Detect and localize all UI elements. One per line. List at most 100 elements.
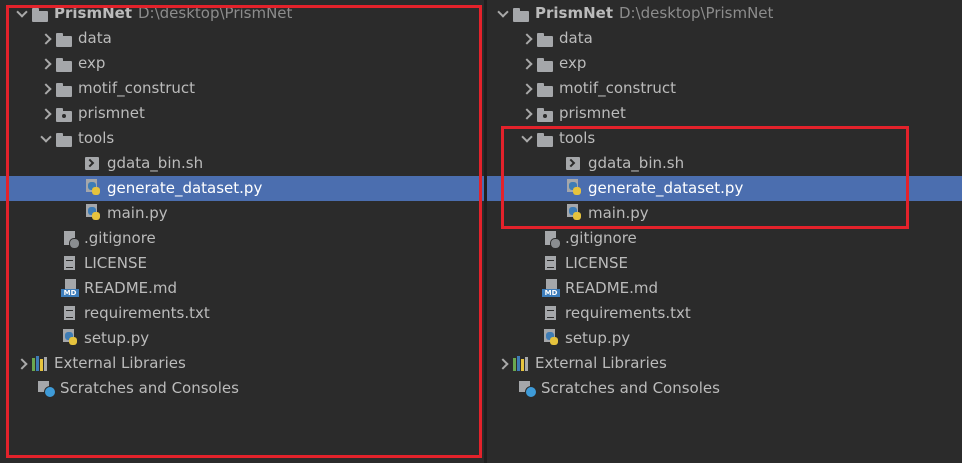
scratches-icon	[37, 376, 56, 401]
tree-item-label: Scratches and Consoles	[60, 379, 239, 397]
tree-root-prismnet[interactable]: PrismNet D:\desktop\PrismNet	[13, 1, 292, 26]
tree-item-label: LICENSE	[84, 254, 147, 272]
text-file-icon	[542, 251, 560, 276]
chevron-right-icon[interactable]	[518, 76, 536, 101]
tree-item-label: .gitignore	[565, 229, 637, 247]
folder-icon	[55, 51, 73, 76]
chevron-down-icon[interactable]	[37, 126, 55, 151]
folder-icon	[536, 26, 554, 51]
tree-item-gitignore[interactable]: .gitignore	[61, 226, 156, 251]
tree-item-label: gdata_bin.sh	[588, 154, 685, 172]
tree-item-label: prismnet	[78, 104, 145, 122]
chevron-right-icon[interactable]	[518, 26, 536, 51]
tree-item-external-libraries[interactable]: External Libraries	[494, 351, 667, 376]
tree-item-data[interactable]: data	[37, 26, 112, 51]
tree-item-label: main.py	[588, 204, 649, 222]
chevron-right-icon[interactable]	[13, 351, 31, 376]
tree-item-setup-py[interactable]: setup.py	[61, 326, 149, 351]
chevron-right-icon[interactable]	[518, 101, 536, 126]
tree-item-label: External Libraries	[54, 354, 186, 372]
python-file-icon	[61, 326, 79, 351]
project-tree-right: PrismNet D:\desktop\PrismNet data exp mot…	[487, 0, 962, 463]
text-file-icon	[61, 251, 79, 276]
folder-icon	[536, 76, 554, 101]
tree-item-motif-construct[interactable]: motif_construct	[518, 76, 676, 101]
tree-item-label: gdata_bin.sh	[107, 154, 204, 172]
tree-item-scratches-and-consoles[interactable]: Scratches and Consoles	[518, 376, 720, 401]
tree-item-label: exp	[559, 54, 587, 72]
tree-item-label: generate_dataset.py	[588, 179, 744, 197]
tree-item-exp[interactable]: exp	[518, 51, 586, 76]
gitignore-icon	[542, 226, 561, 251]
tree-root-prismnet[interactable]: PrismNet D:\desktop\PrismNet	[494, 1, 773, 26]
root-path: D:\desktop\PrismNet	[138, 4, 293, 22]
chevron-down-icon[interactable]	[494, 1, 512, 26]
tree-item-label: setup.py	[84, 329, 150, 347]
tree-item-motif-construct[interactable]: motif_construct	[37, 76, 195, 101]
python-file-icon	[84, 201, 102, 226]
folder-icon	[512, 1, 530, 26]
folder-icon	[536, 126, 554, 151]
tree-item-requirements-txt[interactable]: requirements.txt	[61, 301, 210, 326]
tree-item-label: tools	[559, 129, 596, 147]
python-file-icon	[565, 176, 583, 201]
tree-item-main-py[interactable]: main.py	[84, 201, 168, 226]
chevron-right-icon[interactable]	[37, 26, 55, 51]
tree-item-label: README.md	[84, 279, 178, 297]
package-icon	[55, 101, 73, 126]
root-path: D:\desktop\PrismNet	[619, 4, 774, 22]
project-tree-left: PrismNet D:\desktop\PrismNet data exp mot…	[0, 0, 484, 463]
tree-item-tools[interactable]: tools	[518, 126, 595, 151]
tree-item-scratches-and-consoles[interactable]: Scratches and Consoles	[37, 376, 239, 401]
tree-item-external-libraries[interactable]: External Libraries	[13, 351, 186, 376]
tree-item-label: motif_construct	[559, 79, 677, 97]
tree-item-label: exp	[78, 54, 106, 72]
tree-item-label: generate_dataset.py	[107, 179, 263, 197]
tree-item-readme-md[interactable]: MD README.md	[542, 276, 658, 301]
tree-item-generate-dataset-py[interactable]: generate_dataset.py	[0, 176, 484, 201]
shell-script-icon	[84, 151, 102, 176]
tree-item-tools[interactable]: tools	[37, 126, 114, 151]
tree-item-label: tools	[78, 129, 115, 147]
tree-item-label: requirements.txt	[84, 304, 210, 322]
tree-item-setup-py[interactable]: setup.py	[542, 326, 630, 351]
tree-item-generate-dataset-py[interactable]: generate_dataset.py	[487, 176, 962, 201]
chevron-right-icon[interactable]	[518, 51, 536, 76]
tree-item-prismnet[interactable]: prismnet	[518, 101, 626, 126]
tree-item-license[interactable]: LICENSE	[61, 251, 147, 276]
text-file-icon	[542, 301, 560, 326]
tree-item-label: motif_construct	[78, 79, 196, 97]
tree-item-prismnet[interactable]: prismnet	[37, 101, 145, 126]
gitignore-icon	[61, 226, 80, 251]
folder-icon	[55, 76, 73, 101]
tree-item-gdata-bin-sh[interactable]: gdata_bin.sh	[565, 151, 684, 176]
chevron-right-icon[interactable]	[37, 101, 55, 126]
tree-item-exp[interactable]: exp	[37, 51, 105, 76]
tree-item-label: setup.py	[565, 329, 631, 347]
tree-item-label: prismnet	[559, 104, 626, 122]
tree-item-label: data	[78, 29, 112, 47]
text-file-icon	[61, 301, 79, 326]
tree-item-label: README.md	[565, 279, 659, 297]
tree-item-readme-md[interactable]: MD README.md	[61, 276, 177, 301]
tree-item-data[interactable]: data	[518, 26, 593, 51]
tree-item-label: Scratches and Consoles	[541, 379, 720, 397]
tree-item-gdata-bin-sh[interactable]: gdata_bin.sh	[84, 151, 203, 176]
tree-item-label: requirements.txt	[565, 304, 691, 322]
chevron-down-icon[interactable]	[13, 1, 31, 26]
tree-item-label: .gitignore	[84, 229, 156, 247]
tree-item-license[interactable]: LICENSE	[542, 251, 628, 276]
tree-item-label: External Libraries	[535, 354, 667, 372]
chevron-down-icon[interactable]	[518, 126, 536, 151]
chevron-right-icon[interactable]	[37, 76, 55, 101]
python-file-icon	[542, 326, 560, 351]
libraries-icon	[31, 351, 49, 376]
tree-item-requirements-txt[interactable]: requirements.txt	[542, 301, 691, 326]
root-name: PrismNet	[535, 4, 613, 22]
tree-item-label: main.py	[107, 204, 168, 222]
tree-item-gitignore[interactable]: .gitignore	[542, 226, 637, 251]
chevron-right-icon[interactable]	[494, 351, 512, 376]
folder-icon	[536, 51, 554, 76]
chevron-right-icon[interactable]	[37, 51, 55, 76]
tree-item-main-py[interactable]: main.py	[565, 201, 649, 226]
